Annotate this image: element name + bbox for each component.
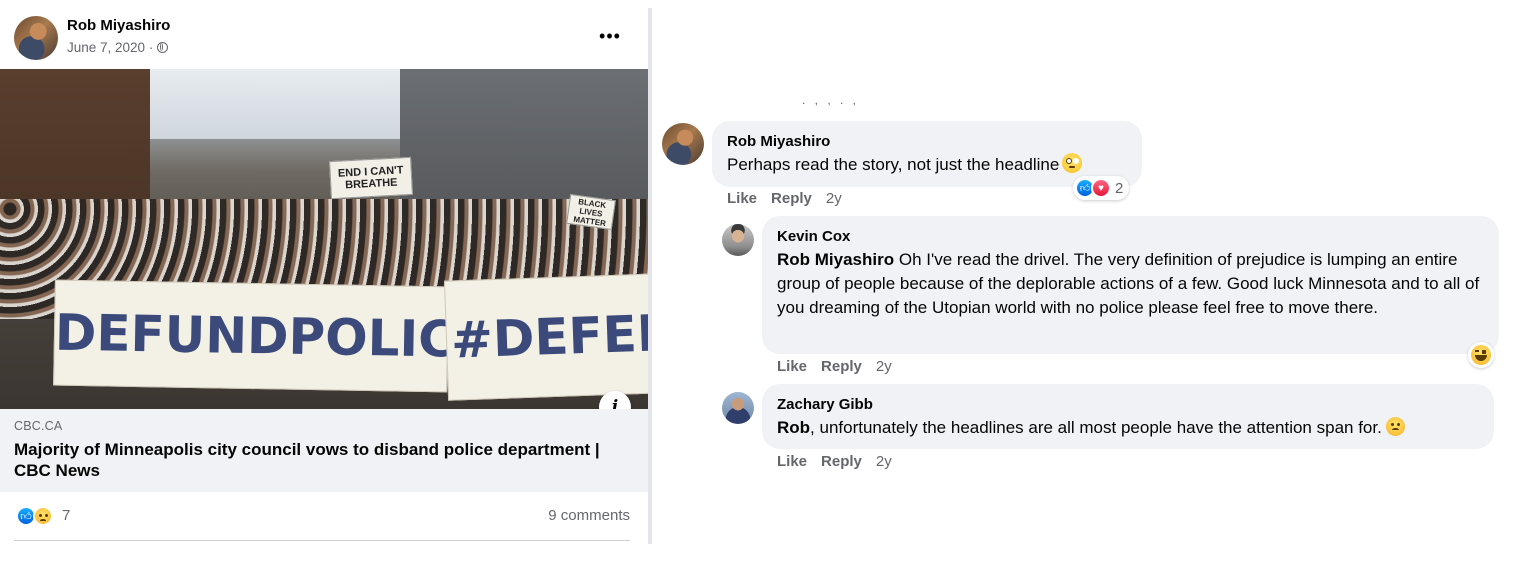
more-options-button[interactable]: •••	[596, 24, 624, 48]
comment-time[interactable]: 2y	[876, 453, 892, 470]
link-title[interactable]: Majority of Minneapolis city council vow…	[14, 439, 629, 481]
reaction-count[interactable]: 7	[62, 507, 70, 524]
post-card: Rob Miyashiro June 7, 2020 · ••• END I C…	[0, 0, 648, 586]
link-preview-meta[interactable]: CBC.CA Majority of Minneapolis city coun…	[0, 409, 648, 492]
link-domain: CBC.CA	[14, 419, 63, 433]
comment-text-body: , unfortunately the headlines are all mo…	[810, 418, 1382, 437]
comment-bubble: Kevin Cox Rob Miyashiro Oh I've read the…	[762, 216, 1499, 354]
comment-mention[interactable]: Rob	[777, 418, 810, 437]
comment-bubble: Zachary Gibb Rob, unfortunately the head…	[762, 384, 1494, 449]
sad-emoji	[1385, 417, 1405, 436]
rolling-eyes-emoji	[1062, 153, 1083, 173]
comment-reactions[interactable]: 👍︎ ♥ 2	[1073, 176, 1130, 200]
image-banner-defund: #DEFUNDPOLICE	[53, 279, 449, 393]
image-building-right	[400, 69, 648, 219]
comment-author[interactable]: Zachary Gibb	[777, 396, 873, 413]
comment-mention[interactable]: Rob Miyashiro	[777, 250, 894, 269]
author-avatar[interactable]	[14, 16, 58, 60]
image-building-left	[0, 69, 150, 219]
reaction-icons[interactable]: 👍︎	[16, 506, 53, 526]
comment-author[interactable]: Rob Miyashiro	[727, 133, 830, 150]
post-author-name[interactable]: Rob Miyashiro	[67, 17, 170, 34]
comments-panel: . , , . , Rob Miyashiro Perhaps read the…	[652, 0, 1532, 586]
comment-avatar[interactable]	[722, 392, 754, 424]
comment-author[interactable]: Kevin Cox	[777, 228, 850, 245]
image-sign-blm: BLACK LIVES MATTER	[566, 193, 616, 231]
comment-avatar[interactable]	[722, 224, 754, 256]
image-sky	[150, 69, 400, 139]
reply-button[interactable]: Reply	[821, 358, 862, 375]
reply-button[interactable]: Reply	[771, 190, 812, 207]
comment-reaction-count: 2	[1115, 179, 1124, 197]
comment-reactions[interactable]	[1468, 342, 1494, 368]
comment-actions: Like Reply 2y	[777, 358, 892, 375]
like-button[interactable]: Like	[727, 190, 757, 207]
post-date-text[interactable]: June 7, 2020 ·	[67, 40, 153, 55]
comment-avatar[interactable]	[662, 123, 704, 165]
image-banner-defend: #DEFEND BL	[443, 273, 648, 401]
comment-text: Rob, unfortunately the headlines are all…	[777, 416, 1405, 440]
sad-icon	[33, 506, 53, 526]
comment-text-body: Perhaps read the story, not just the hea…	[727, 155, 1060, 174]
comment-actions: Like Reply 2y	[727, 190, 842, 207]
comment-text: Rob Miyashiro Oh I've read the drivel. T…	[777, 248, 1489, 320]
comments-count[interactable]: 9 comments	[548, 507, 630, 524]
globe-icon	[157, 42, 169, 53]
link-preview-image[interactable]: END I CAN'T BREATHE BLACK LIVES MATTER #…	[0, 69, 648, 409]
comment-time[interactable]: 2y	[826, 190, 842, 207]
reactions-bar: 👍︎ 7 9 comments	[14, 492, 630, 541]
like-button[interactable]: Like	[777, 453, 807, 470]
comment-time[interactable]: 2y	[876, 358, 892, 375]
reply-button[interactable]: Reply	[821, 453, 862, 470]
image-sign-breathe: END I CAN'T BREATHE	[329, 156, 413, 200]
love-icon: ♥	[1091, 178, 1111, 198]
post-date: June 7, 2020 ·	[67, 40, 169, 55]
haha-icon	[1471, 345, 1491, 365]
comment-actions: Like Reply 2y	[777, 453, 892, 470]
clipped-previous-text: . , , . ,	[802, 98, 860, 106]
like-button[interactable]: Like	[777, 358, 807, 375]
comment-text: Perhaps read the story, not just the hea…	[727, 153, 1083, 177]
